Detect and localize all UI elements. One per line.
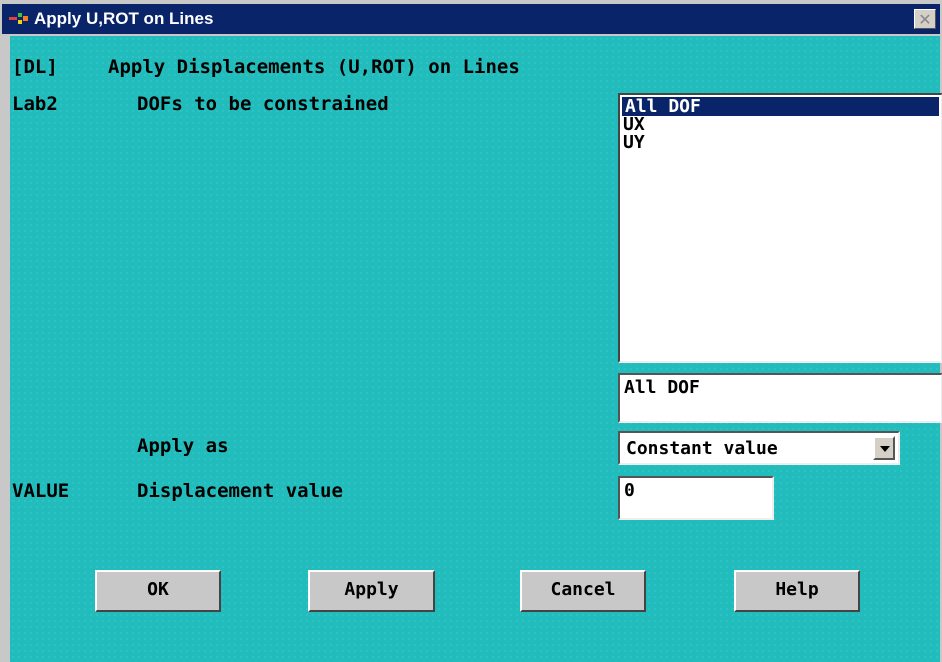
apply-as-dropdown[interactable]: Constant value bbox=[618, 431, 900, 465]
help-button[interactable]: Help bbox=[734, 570, 860, 612]
dof-label: DOFs to be constrained bbox=[137, 93, 389, 115]
apply-button[interactable]: Apply bbox=[308, 570, 435, 612]
window-title: Apply U,ROT on Lines bbox=[34, 9, 214, 28]
dof-option-ux[interactable]: UX bbox=[620, 116, 941, 134]
dialog-window: Apply U,ROT on Lines ✕ [DL] Apply Displa… bbox=[0, 0, 942, 662]
close-button[interactable]: ✕ bbox=[914, 9, 936, 29]
displacement-value-input[interactable]: 0 bbox=[618, 476, 774, 520]
command-description: Apply Displacements (U,ROT) on Lines bbox=[108, 56, 520, 78]
apply-as-label: Apply as bbox=[137, 435, 229, 457]
dof-option-uy[interactable]: UY bbox=[620, 134, 941, 152]
dof-option-all[interactable]: All DOF bbox=[622, 97, 939, 116]
apply-as-value: Constant value bbox=[626, 438, 778, 459]
lab2-code: Lab2 bbox=[12, 93, 58, 115]
value-code: VALUE bbox=[12, 480, 70, 502]
ansys-app-icon bbox=[9, 13, 28, 24]
ok-button[interactable]: OK bbox=[95, 570, 221, 612]
close-icon: ✕ bbox=[918, 10, 932, 29]
chevron-down-icon[interactable] bbox=[873, 436, 895, 460]
dof-selection-field[interactable]: All DOF bbox=[618, 373, 942, 423]
title-bar[interactable]: Apply U,ROT on Lines ✕ bbox=[2, 4, 940, 34]
displacement-label: Displacement value bbox=[137, 480, 343, 502]
dof-listbox[interactable]: All DOF UX UY bbox=[618, 93, 942, 363]
dialog-body: [DL] Apply Displacements (U,ROT) on Line… bbox=[10, 36, 942, 662]
cancel-button[interactable]: Cancel bbox=[520, 570, 646, 612]
command-code: [DL] bbox=[12, 56, 58, 78]
